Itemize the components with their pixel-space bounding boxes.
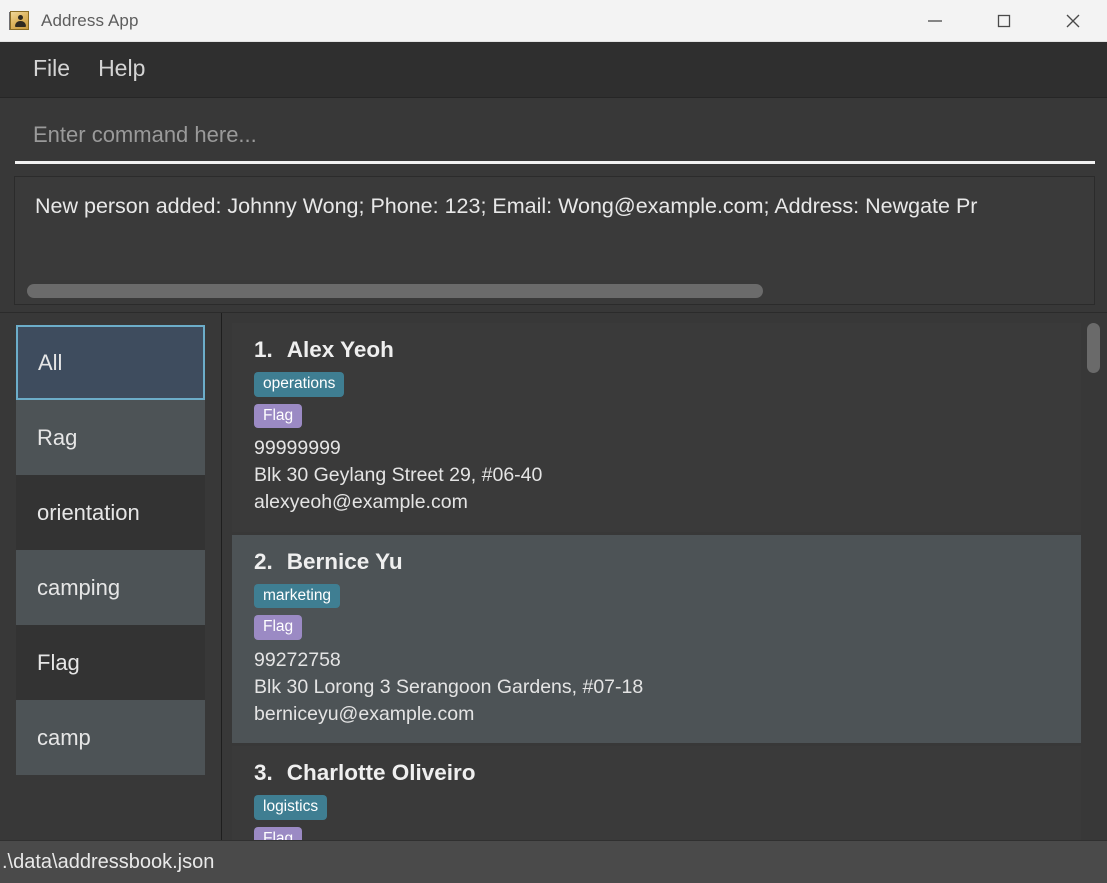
menu-item-file[interactable]: File — [19, 52, 84, 88]
result-display-box[interactable]: New person added: Johnny Wong; Phone: 12… — [14, 176, 1095, 305]
sidebar-item-label: Flag — [37, 649, 80, 675]
sidebar-item-label: camp — [37, 724, 91, 750]
person-address: Blk 30 Lorong 3 Serangoon Gardens, #07-1… — [254, 675, 644, 698]
sidebar-item-label: Rag — [37, 424, 78, 450]
person-name: 1. Alex Yeoh — [254, 337, 1065, 363]
person-phone: 99272758 — [254, 648, 341, 671]
category-tag[interactable]: logistics — [254, 795, 328, 820]
status-bar: .\data\addressbook.json — [0, 840, 1107, 883]
person-card[interactable]: 3. Charlotte Oliveiro logistics Flag — [232, 746, 1081, 840]
save-location-path: .\data\addressbook.json — [2, 850, 215, 873]
result-horizontal-scrollbar[interactable] — [16, 284, 1093, 298]
person-list-vertical-scrollbar[interactable] — [1087, 323, 1100, 836]
window-title: Address App — [41, 10, 139, 30]
person-flag-row: Flag — [254, 403, 1065, 428]
flag-tag[interactable]: Flag — [254, 615, 303, 640]
command-input[interactable]: Enter command here... — [15, 110, 1095, 160]
category-tag[interactable]: operations — [254, 372, 345, 397]
person-category-row: operations — [254, 372, 1065, 397]
person-index: 1. — [254, 337, 273, 362]
person-email: berniceyu@example.com — [254, 702, 475, 725]
sidebar-item-flag[interactable]: Flag — [16, 625, 205, 700]
result-horizontal-scroll-thumb[interactable] — [27, 284, 763, 298]
flag-tag[interactable]: Flag — [254, 826, 303, 840]
person-flag-row: Flag — [254, 826, 1065, 840]
sidebar-item-label: orientation — [37, 499, 140, 525]
person-flag-row: Flag — [254, 615, 1065, 640]
sidebar-item-camp[interactable]: camp — [16, 700, 205, 775]
menu-item-help[interactable]: Help — [84, 52, 159, 88]
person-list: 1. Alex Yeoh operations Flag 99999999 Blk… — [232, 323, 1081, 840]
person-phone: 99999999 — [254, 437, 341, 459]
person-list-pane: 1. Alex Yeoh operations Flag 99999999 Blk… — [222, 313, 1107, 840]
person-list-scroll-thumb[interactable] — [1087, 323, 1100, 373]
person-name-text: Alex Yeoh — [286, 337, 394, 362]
command-input-underline — [15, 161, 1095, 164]
sidebar-item-camping[interactable]: camping — [16, 550, 205, 625]
person-email: alexyeoh@example.com — [254, 490, 468, 513]
main-content: All Rag orientation camping Flag camp 1.… — [0, 312, 1107, 840]
menu-bar: File Help — [0, 42, 1107, 98]
title-bar: Address App — [0, 0, 1107, 42]
person-name-text: Charlotte Oliveiro — [286, 760, 476, 786]
sidebar-item-rag[interactable]: Rag — [16, 400, 205, 475]
close-icon[interactable] — [1038, 0, 1107, 41]
person-name: 2. Bernice Yu — [254, 549, 1065, 575]
tag-sidebar: All Rag orientation camping Flag camp — [0, 313, 222, 840]
minimize-icon[interactable] — [900, 0, 969, 41]
person-index: 3. — [254, 760, 273, 786]
flag-tag[interactable]: Flag — [254, 403, 303, 428]
address-app-window: Address App File Help Enter command here… — [0, 0, 1107, 883]
person-name-text: Bernice Yu — [286, 548, 403, 574]
person-category-row: logistics — [254, 795, 1065, 820]
person-index: 2. — [254, 548, 273, 574]
person-name: 3. Charlotte Oliveiro — [254, 760, 1065, 786]
person-address: Blk 30 Geylang Street 29, #06-40 — [254, 463, 543, 486]
window-controls — [900, 0, 1107, 41]
address-book-icon — [9, 10, 31, 31]
result-display-text: New person added: Johnny Wong; Phone: 12… — [35, 194, 978, 218]
category-tag[interactable]: marketing — [254, 583, 341, 609]
command-region: Enter command here... — [0, 98, 1107, 174]
maximize-icon[interactable] — [969, 0, 1038, 41]
sidebar-item-label: All — [38, 349, 63, 375]
sidebar-item-label: camping — [37, 574, 121, 600]
person-card[interactable]: 2. Bernice Yu marketing Flag 99272758 Blk… — [232, 534, 1081, 744]
result-region: New person added: Johnny Wong; Phone: 12… — [0, 174, 1107, 312]
sidebar-item-orientation[interactable]: orientation — [16, 475, 205, 550]
sidebar-item-all[interactable]: All — [16, 325, 205, 400]
person-card[interactable]: 1. Alex Yeoh operations Flag 99999999 Blk… — [232, 323, 1081, 532]
person-category-row: marketing — [254, 583, 1065, 609]
